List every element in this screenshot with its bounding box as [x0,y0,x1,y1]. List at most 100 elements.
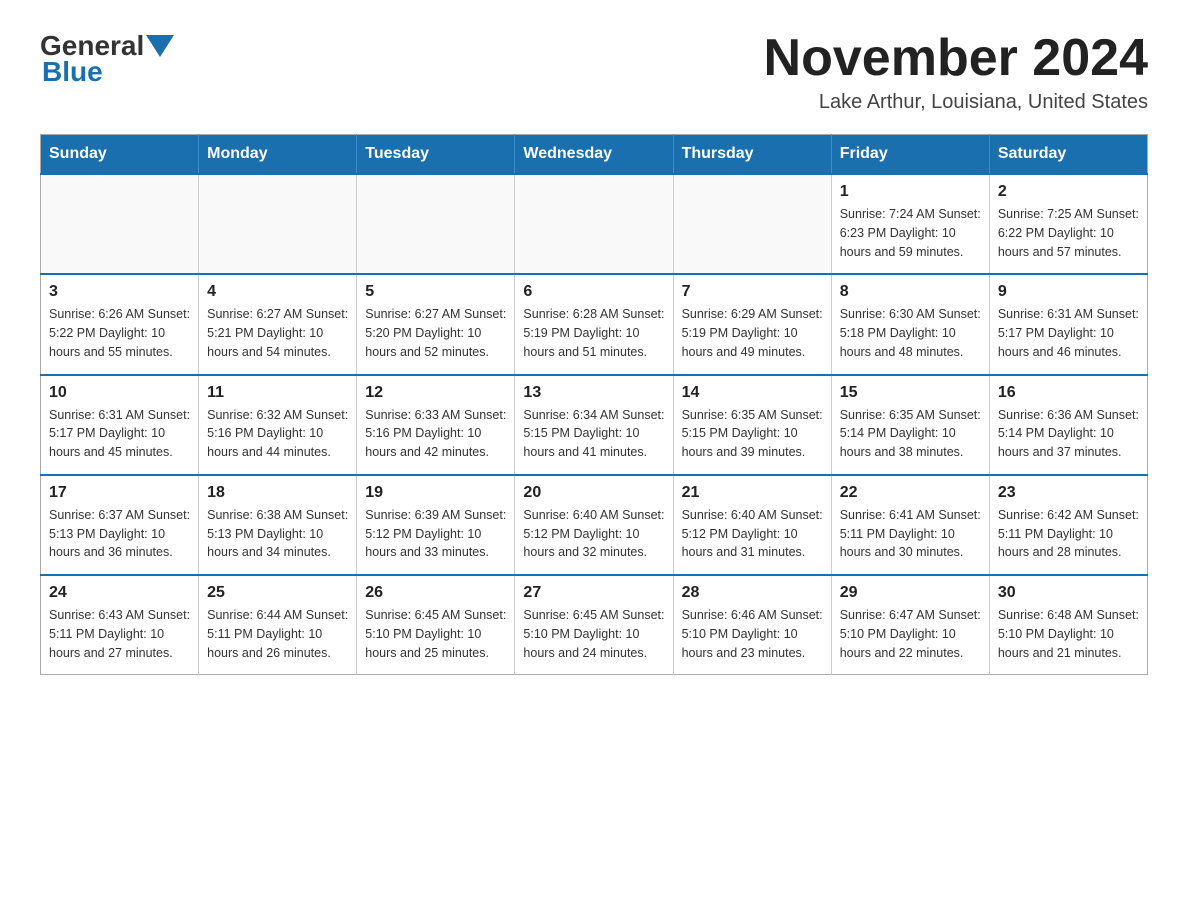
day-info: Sunrise: 6:39 AM Sunset: 5:12 PM Dayligh… [365,506,506,562]
day-info: Sunrise: 7:25 AM Sunset: 6:22 PM Dayligh… [998,205,1139,261]
calendar-cell: 23 Sunrise: 6:42 AM Sunset: 5:11 PM Dayli… [989,475,1147,575]
calendar-cell: 9 Sunrise: 6:31 AM Sunset: 5:17 PM Daylig… [989,274,1147,374]
day-number: 28 [682,584,823,602]
header-cell-monday: Monday [199,135,357,175]
calendar-cell: 21 Sunrise: 6:40 AM Sunset: 5:12 PM Dayli… [673,475,831,575]
day-number: 12 [365,384,506,402]
day-number: 26 [365,584,506,602]
day-number: 23 [998,484,1139,502]
day-info: Sunrise: 6:43 AM Sunset: 5:11 PM Dayligh… [49,606,190,662]
calendar-cell [515,174,673,274]
day-info: Sunrise: 6:34 AM Sunset: 5:15 PM Dayligh… [523,406,664,462]
calendar-cell: 16 Sunrise: 6:36 AM Sunset: 5:14 PM Dayli… [989,375,1147,475]
day-info: Sunrise: 6:29 AM Sunset: 5:19 PM Dayligh… [682,305,823,361]
calendar-cell: 20 Sunrise: 6:40 AM Sunset: 5:12 PM Dayli… [515,475,673,575]
day-info: Sunrise: 6:48 AM Sunset: 5:10 PM Dayligh… [998,606,1139,662]
day-number: 17 [49,484,190,502]
calendar-cell: 7 Sunrise: 6:29 AM Sunset: 5:19 PM Daylig… [673,274,831,374]
calendar-cell: 10Sunrise: 6:31 AM Sunset: 5:17 PM Dayli… [41,375,199,475]
calendar-cell: 15Sunrise: 6:35 AM Sunset: 5:14 PM Dayli… [831,375,989,475]
header-cell-thursday: Thursday [673,135,831,175]
day-info: Sunrise: 6:28 AM Sunset: 5:19 PM Dayligh… [523,305,664,361]
day-info: Sunrise: 6:33 AM Sunset: 5:16 PM Dayligh… [365,406,506,462]
calendar-cell: 25 Sunrise: 6:44 AM Sunset: 5:11 PM Dayli… [199,575,357,675]
day-info: Sunrise: 6:41 AM Sunset: 5:11 PM Dayligh… [840,506,981,562]
day-number: 5 [365,283,506,301]
day-info: Sunrise: 6:36 AM Sunset: 5:14 PM Dayligh… [998,406,1139,462]
header-cell-wednesday: Wednesday [515,135,673,175]
calendar-cell: 19 Sunrise: 6:39 AM Sunset: 5:12 PM Dayli… [357,475,515,575]
day-number: 25 [207,584,348,602]
day-number: 20 [523,484,664,502]
day-number: 4 [207,283,348,301]
day-number: 6 [523,283,664,301]
calendar-cell: 18Sunrise: 6:38 AM Sunset: 5:13 PM Dayli… [199,475,357,575]
header-cell-saturday: Saturday [989,135,1147,175]
day-number: 9 [998,283,1139,301]
day-info: Sunrise: 6:46 AM Sunset: 5:10 PM Dayligh… [682,606,823,662]
calendar-cell: 11Sunrise: 6:32 AM Sunset: 5:16 PM Dayli… [199,375,357,475]
logo: General Blue [40,30,176,88]
day-info: Sunrise: 6:31 AM Sunset: 5:17 PM Dayligh… [49,406,190,462]
calendar-cell: 27Sunrise: 6:45 AM Sunset: 5:10 PM Dayli… [515,575,673,675]
day-number: 2 [998,183,1139,201]
day-info: Sunrise: 6:26 AM Sunset: 5:22 PM Dayligh… [49,305,190,361]
header-row: SundayMondayTuesdayWednesdayThursdayFrid… [41,135,1148,175]
day-number: 7 [682,283,823,301]
day-number: 22 [840,484,981,502]
calendar-week-2: 3 Sunrise: 6:26 AM Sunset: 5:22 PM Daylig… [41,274,1148,374]
day-number: 15 [840,384,981,402]
day-info: Sunrise: 6:42 AM Sunset: 5:11 PM Dayligh… [998,506,1139,562]
day-number: 18 [207,484,348,502]
calendar-cell: 12 Sunrise: 6:33 AM Sunset: 5:16 PM Dayli… [357,375,515,475]
day-number: 19 [365,484,506,502]
day-info: Sunrise: 6:27 AM Sunset: 5:21 PM Dayligh… [207,305,348,361]
logo-triangle-icon [146,35,174,57]
day-number: 1 [840,183,981,201]
calendar-table: SundayMondayTuesdayWednesdayThursdayFrid… [40,134,1148,675]
day-info: Sunrise: 6:37 AM Sunset: 5:13 PM Dayligh… [49,506,190,562]
day-number: 24 [49,584,190,602]
calendar-cell: 17 Sunrise: 6:37 AM Sunset: 5:13 PM Dayli… [41,475,199,575]
day-info: Sunrise: 6:45 AM Sunset: 5:10 PM Dayligh… [365,606,506,662]
calendar-cell [357,174,515,274]
header-cell-sunday: Sunday [41,135,199,175]
page-subtitle: Lake Arthur, Louisiana, United States [764,91,1148,114]
day-info: Sunrise: 6:44 AM Sunset: 5:11 PM Dayligh… [207,606,348,662]
calendar-cell: 2 Sunrise: 7:25 AM Sunset: 6:22 PM Daylig… [989,174,1147,274]
calendar-week-4: 17 Sunrise: 6:37 AM Sunset: 5:13 PM Dayli… [41,475,1148,575]
day-info: Sunrise: 6:40 AM Sunset: 5:12 PM Dayligh… [523,506,664,562]
calendar-cell: 24 Sunrise: 6:43 AM Sunset: 5:11 PM Dayli… [41,575,199,675]
calendar-cell: 29Sunrise: 6:47 AM Sunset: 5:10 PM Dayli… [831,575,989,675]
day-info: Sunrise: 6:30 AM Sunset: 5:18 PM Dayligh… [840,305,981,361]
calendar-cell: 5 Sunrise: 6:27 AM Sunset: 5:20 PM Daylig… [357,274,515,374]
day-number: 21 [682,484,823,502]
calendar-cell [199,174,357,274]
calendar-cell: 22 Sunrise: 6:41 AM Sunset: 5:11 PM Dayli… [831,475,989,575]
calendar-week-5: 24 Sunrise: 6:43 AM Sunset: 5:11 PM Dayli… [41,575,1148,675]
day-number: 27 [523,584,664,602]
calendar-cell: 8Sunrise: 6:30 AM Sunset: 5:18 PM Daylig… [831,274,989,374]
calendar-cell: 28 Sunrise: 6:46 AM Sunset: 5:10 PM Dayli… [673,575,831,675]
calendar-cell: 26 Sunrise: 6:45 AM Sunset: 5:10 PM Dayli… [357,575,515,675]
calendar-cell: 30Sunrise: 6:48 AM Sunset: 5:10 PM Dayli… [989,575,1147,675]
calendar-week-3: 10Sunrise: 6:31 AM Sunset: 5:17 PM Dayli… [41,375,1148,475]
day-number: 3 [49,283,190,301]
day-info: Sunrise: 6:40 AM Sunset: 5:12 PM Dayligh… [682,506,823,562]
calendar-cell [673,174,831,274]
day-info: Sunrise: 6:35 AM Sunset: 5:15 PM Dayligh… [682,406,823,462]
day-number: 16 [998,384,1139,402]
calendar-body: 1Sunrise: 7:24 AM Sunset: 6:23 PM Daylig… [41,174,1148,675]
logo-blue-text: Blue [42,56,103,87]
calendar-cell: 3 Sunrise: 6:26 AM Sunset: 5:22 PM Daylig… [41,274,199,374]
day-info: Sunrise: 6:27 AM Sunset: 5:20 PM Dayligh… [365,305,506,361]
page-header: General Blue November 2024 Lake Arthur, … [40,30,1148,114]
calendar-cell: 14 Sunrise: 6:35 AM Sunset: 5:15 PM Dayli… [673,375,831,475]
calendar-week-1: 1Sunrise: 7:24 AM Sunset: 6:23 PM Daylig… [41,174,1148,274]
day-number: 14 [682,384,823,402]
header-cell-friday: Friday [831,135,989,175]
day-info: Sunrise: 6:31 AM Sunset: 5:17 PM Dayligh… [998,305,1139,361]
calendar-cell: 4 Sunrise: 6:27 AM Sunset: 5:21 PM Daylig… [199,274,357,374]
day-info: Sunrise: 6:32 AM Sunset: 5:16 PM Dayligh… [207,406,348,462]
calendar-cell [41,174,199,274]
